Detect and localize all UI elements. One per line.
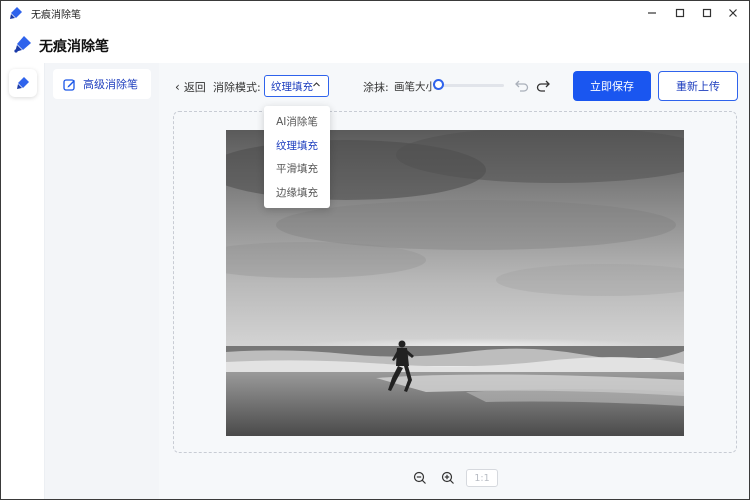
brush-size-slider[interactable]: [438, 84, 504, 87]
maximize-icon: [675, 8, 685, 18]
brush-app-icon: [10, 7, 22, 19]
restore-button[interactable]: [666, 3, 694, 23]
app-name: 无痕消除笔: [39, 39, 109, 55]
minimize-icon: [648, 12, 656, 14]
actual-size-button[interactable]: 1:1: [466, 469, 498, 487]
mode-option-edge-fill[interactable]: 边缘填充: [264, 181, 330, 205]
close-icon: [729, 9, 737, 17]
redo-icon[interactable]: [535, 77, 551, 93]
title-bar: 无痕消除笔: [1, 1, 749, 25]
close-button[interactable]: [719, 3, 747, 23]
mode-option-smooth-fill[interactable]: 平滑填充: [264, 157, 330, 181]
app-window: 无痕消除笔 无痕消除笔 高级消除笔 ‹ 返回 消除模式: 纹理填充 涂抹: 画笔…: [0, 0, 750, 500]
mode-option-texture-fill[interactable]: 纹理填充: [264, 134, 330, 158]
reupload-button[interactable]: 重新上传: [658, 71, 738, 101]
brush-logo-icon: [14, 36, 31, 53]
sidebar-item-advanced-eraser[interactable]: 高级消除笔: [53, 69, 151, 99]
zoom-in-icon[interactable]: [441, 471, 455, 485]
chevron-up-icon: [312, 80, 321, 92]
smear-label: 涂抹:: [363, 81, 389, 94]
brush-size-slider-handle[interactable]: [433, 79, 444, 90]
maximize-icon: [702, 8, 712, 18]
mode-option-ai-eraser[interactable]: AI消除笔: [264, 110, 330, 134]
brush-size-label: 画笔大小: [394, 81, 436, 93]
back-label: 返回: [183, 81, 206, 94]
app-header: 无痕消除笔: [1, 25, 749, 63]
mode-label: 消除模式:: [213, 81, 261, 94]
window-title: 无痕消除笔: [31, 10, 81, 21]
chevron-left-icon: ‹: [175, 80, 180, 94]
back-button[interactable]: ‹ 返回: [175, 79, 206, 95]
eraser-tool-button[interactable]: [9, 69, 37, 97]
mode-select[interactable]: 纹理填充: [264, 75, 329, 97]
maximize-button[interactable]: [693, 3, 721, 23]
brush-icon: [17, 77, 29, 89]
minimize-button[interactable]: [638, 3, 666, 23]
tool-rail: [1, 63, 45, 499]
undo-icon[interactable]: [514, 77, 530, 93]
toolbar: ‹ 返回 消除模式: 纹理填充 涂抹: 画笔大小 立即保存 重新上传: [159, 63, 749, 109]
mode-dropdown-menu: AI消除笔 纹理填充 平滑填充 边缘填充: [264, 106, 330, 208]
sidebar: 高级消除笔: [45, 63, 159, 499]
sidebar-item-label: 高级消除笔: [83, 78, 138, 91]
edit-icon: [63, 78, 75, 91]
editing-canvas[interactable]: [173, 111, 737, 453]
save-now-button[interactable]: 立即保存: [573, 71, 651, 101]
main-panel: ‹ 返回 消除模式: 纹理填充 涂抹: 画笔大小 立即保存 重新上传 1:1: [159, 63, 749, 499]
zoom-out-icon[interactable]: [413, 471, 427, 485]
zoom-bar: 1:1: [159, 467, 749, 489]
mode-selected-value: 纹理填充: [271, 80, 313, 93]
